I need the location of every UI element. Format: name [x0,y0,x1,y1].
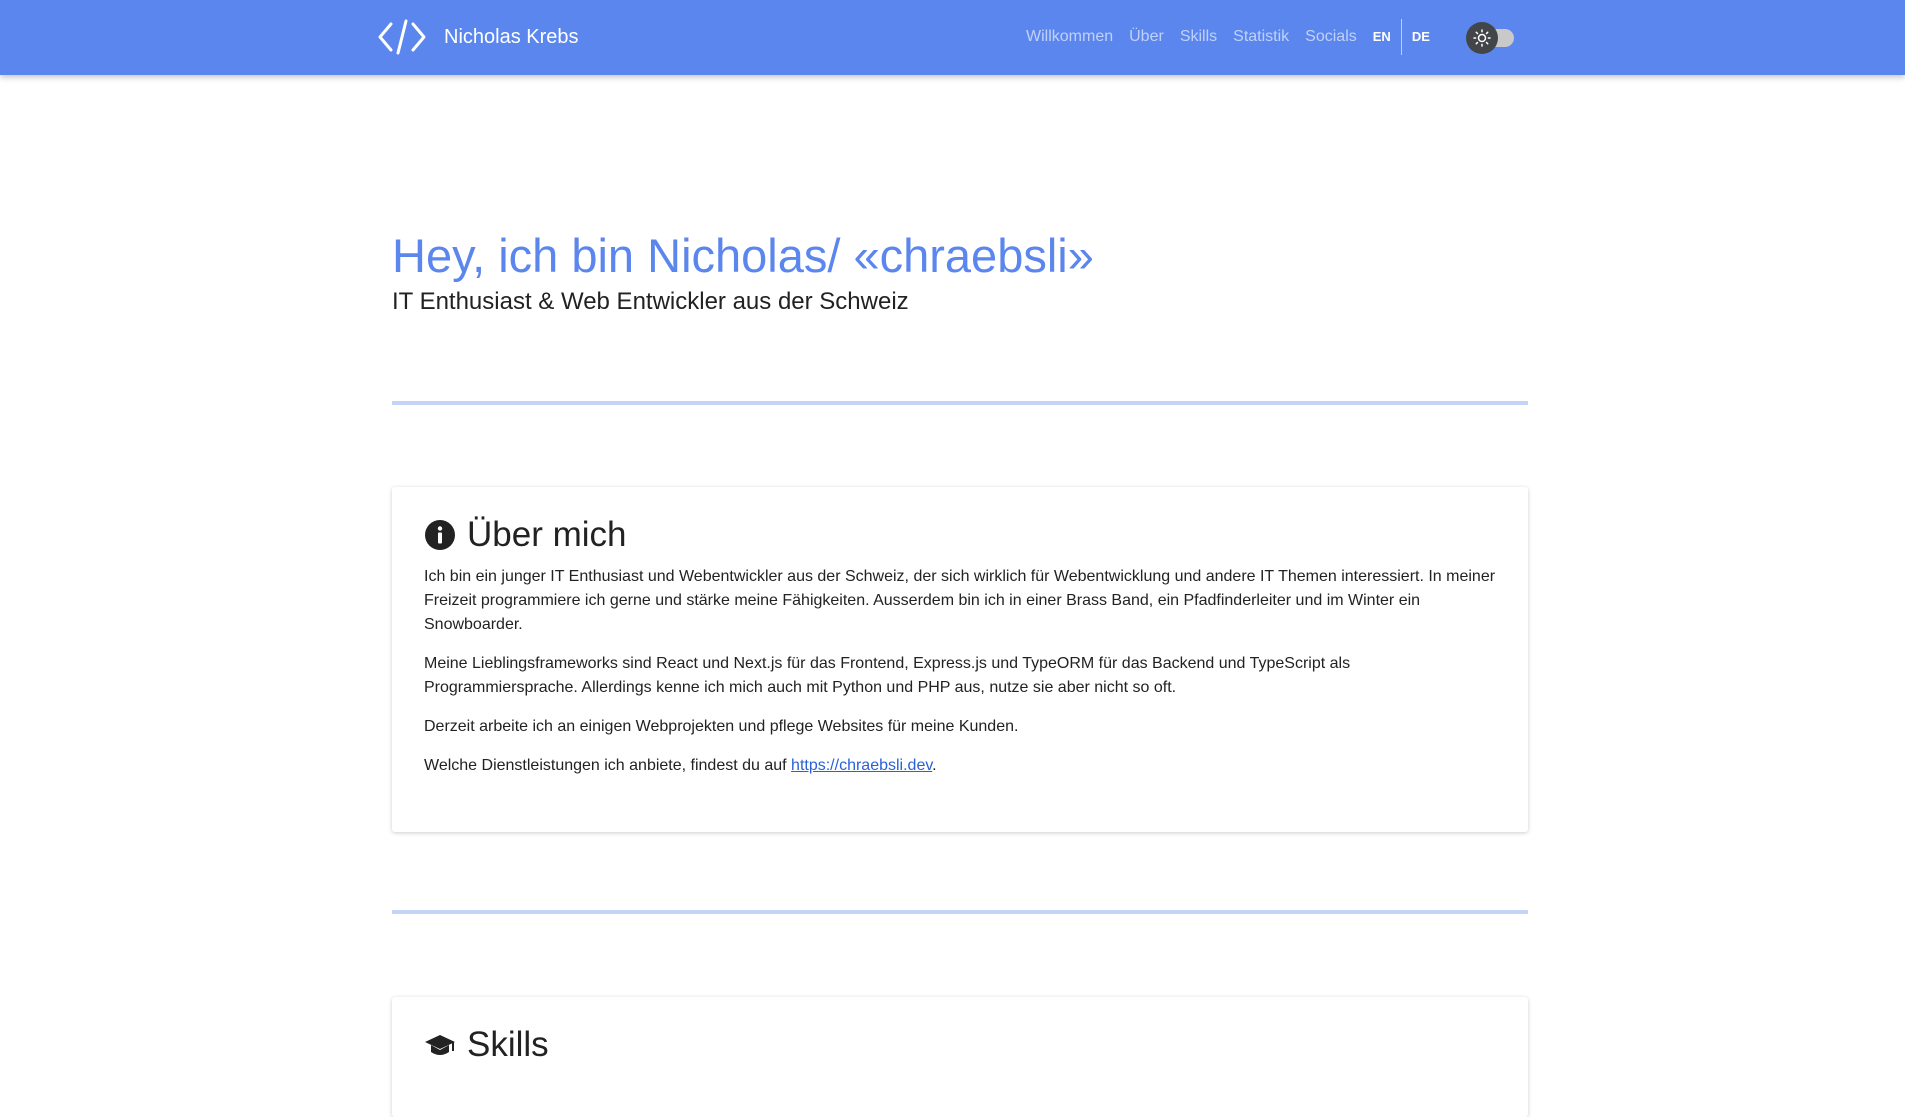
about-card: Über mich Ich bin ein junger IT Enthusia… [392,487,1528,832]
graduation-cap-icon [425,1035,455,1055]
about-title: Über mich [424,515,1496,555]
nav-menu: Willkommen Über Skills Statistik Socials… [1026,19,1440,55]
about-paragraph-1: Ich bin ein junger IT Enthusiast und Web… [424,568,1496,633]
sun-icon [1473,29,1491,47]
hero-section: Hey, ich bin Nicholas/ «chraebsli» IT En… [392,228,1094,316]
about-title-text: Über mich [467,515,627,554]
code-icon [378,19,426,55]
nav-link-ueber[interactable]: Über [1129,28,1164,46]
skills-title-text: Skills [467,1025,549,1064]
hero-title: Hey, ich bin Nicholas/ «chraebsli» [392,229,1094,282]
nav-link-skills[interactable]: Skills [1180,28,1217,46]
skills-card: Skills [392,997,1528,1117]
skills-title: Skills [424,1025,1496,1065]
language-de-button[interactable]: DE [1402,19,1440,55]
hero-subtitle: IT Enthusiast & Web Entwickler aus der S… [392,288,909,315]
language-en-button[interactable]: EN [1363,19,1401,55]
section-divider [392,910,1528,914]
about-paragraph-services: Welche Dienstleistungen ich anbiete, fin… [424,754,1496,778]
about-paragraph-2: Meine Lieblingsframeworks sind React und… [424,655,1351,696]
brand-link[interactable]: Nicholas Krebs [378,18,579,56]
nav-link-statistik[interactable]: Statistik [1233,28,1289,46]
about-paragraph-3: Derzeit arbeite ich an einigen Webprojek… [424,718,1019,735]
info-icon [425,520,455,550]
services-link[interactable]: https://chraebsli.dev [791,757,932,774]
top-navbar: Nicholas Krebs Willkommen Über Skills St… [0,0,1905,75]
nav-link-socials[interactable]: Socials [1305,28,1357,46]
section-divider [392,401,1528,405]
brand-name: Nicholas Krebs [444,26,579,48]
toggle-knob [1466,22,1498,54]
theme-toggle[interactable] [1466,20,1516,56]
nav-link-willkommen[interactable]: Willkommen [1026,28,1113,46]
services-text: Welche Dienstleistungen ich anbiete, fin… [424,757,792,774]
services-suffix: . [932,757,937,774]
